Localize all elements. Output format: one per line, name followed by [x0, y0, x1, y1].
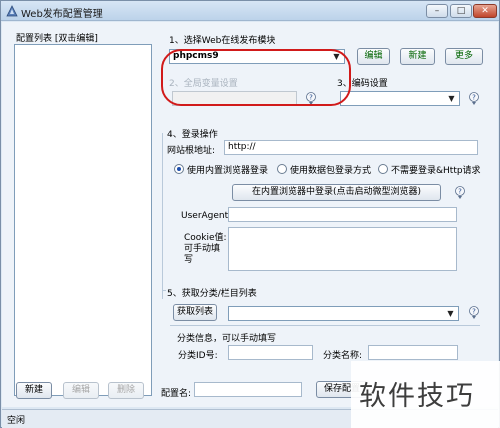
- section1-title: 1、选择Web在线发布模块: [169, 36, 276, 46]
- cookie-textarea[interactable]: [228, 227, 457, 271]
- radio-packet-label: 使用数据包登录方式: [290, 166, 372, 176]
- chevron-down-icon: ▼: [447, 309, 454, 318]
- group-border: [162, 133, 163, 299]
- section5-title: 5、获取分类/栏目列表: [167, 289, 257, 299]
- svg-text:?: ?: [458, 188, 462, 196]
- category-list-select[interactable]: ▼: [228, 306, 459, 321]
- builtin-browser-login-button[interactable]: 在内置浏览器中登录(点击启动微型浏览器): [232, 184, 441, 201]
- category-info-label: 分类信息，可以手动填写: [177, 334, 277, 344]
- useragent-label: UserAgent: [181, 211, 229, 221]
- radio-no-login[interactable]: [378, 164, 388, 174]
- encoding-select[interactable]: ▼: [340, 91, 460, 106]
- fetch-list-button[interactable]: 获取列表: [173, 304, 217, 321]
- radio-no-login-label: 不需要登录&Http请求: [391, 166, 481, 176]
- category-id-label: 分类ID号:: [178, 351, 218, 361]
- cookie-label: Cookie值:: [184, 233, 227, 243]
- category-id-input[interactable]: [228, 345, 313, 360]
- config-new-button[interactable]: 新建: [16, 382, 52, 399]
- watermark: 软件技巧: [351, 361, 500, 428]
- client-area: 配置列表 [双击编辑] 1、选择Web在线发布模块 phpcms9 ▼ 编辑 新…: [2, 22, 498, 407]
- radio-builtin-browser[interactable]: [174, 164, 184, 174]
- radio-packet-login[interactable]: [277, 164, 287, 174]
- category-name-label: 分类名称:: [323, 351, 363, 361]
- help-icon[interactable]: ?: [467, 92, 481, 106]
- config-delete-button[interactable]: 删除: [108, 382, 144, 399]
- svg-text:?: ?: [472, 94, 476, 102]
- site-url-input[interactable]: http://: [224, 140, 478, 155]
- url-label: 网站根地址:: [167, 146, 216, 156]
- help-icon[interactable]: ?: [453, 186, 467, 200]
- section4-title: 4、登录操作: [167, 130, 218, 140]
- status-text: 空闲: [7, 416, 26, 426]
- config-name-input[interactable]: [194, 382, 302, 397]
- config-list-header: 配置列表 [双击编辑]: [16, 34, 98, 44]
- main-window: Web发布配置管理 – □ ✕ 配置列表 [双击编辑] 1、选择Web在线发布模…: [0, 0, 500, 428]
- close-button[interactable]: ✕: [473, 4, 497, 18]
- cookie-note: 可手动填写: [184, 244, 221, 265]
- config-listbox[interactable]: [14, 44, 152, 396]
- annotation-highlight: [161, 49, 351, 106]
- window-title: Web发布配置管理: [21, 9, 103, 20]
- config-name-label: 配置名:: [161, 389, 192, 399]
- module-new-button[interactable]: 新建: [400, 48, 435, 65]
- module-edit-button[interactable]: 编辑: [357, 48, 390, 65]
- radio-builtin-label: 使用内置浏览器登录: [187, 166, 269, 176]
- app-icon: [6, 5, 18, 17]
- group-divider: [170, 325, 480, 326]
- config-edit-button[interactable]: 编辑: [63, 382, 99, 399]
- watermark-text: 软件技巧: [359, 381, 475, 412]
- category-name-input[interactable]: [368, 345, 458, 360]
- svg-text:?: ?: [472, 308, 476, 316]
- group-border: [162, 290, 166, 291]
- chevron-down-icon: ▼: [448, 94, 455, 103]
- minimize-button[interactable]: –: [426, 4, 448, 18]
- useragent-input[interactable]: [228, 207, 457, 222]
- maximize-button[interactable]: □: [450, 4, 472, 18]
- help-icon[interactable]: ?: [467, 306, 481, 320]
- module-more-button[interactable]: 更多: [445, 48, 483, 65]
- title-bar[interactable]: Web发布配置管理 – □ ✕: [1, 1, 499, 21]
